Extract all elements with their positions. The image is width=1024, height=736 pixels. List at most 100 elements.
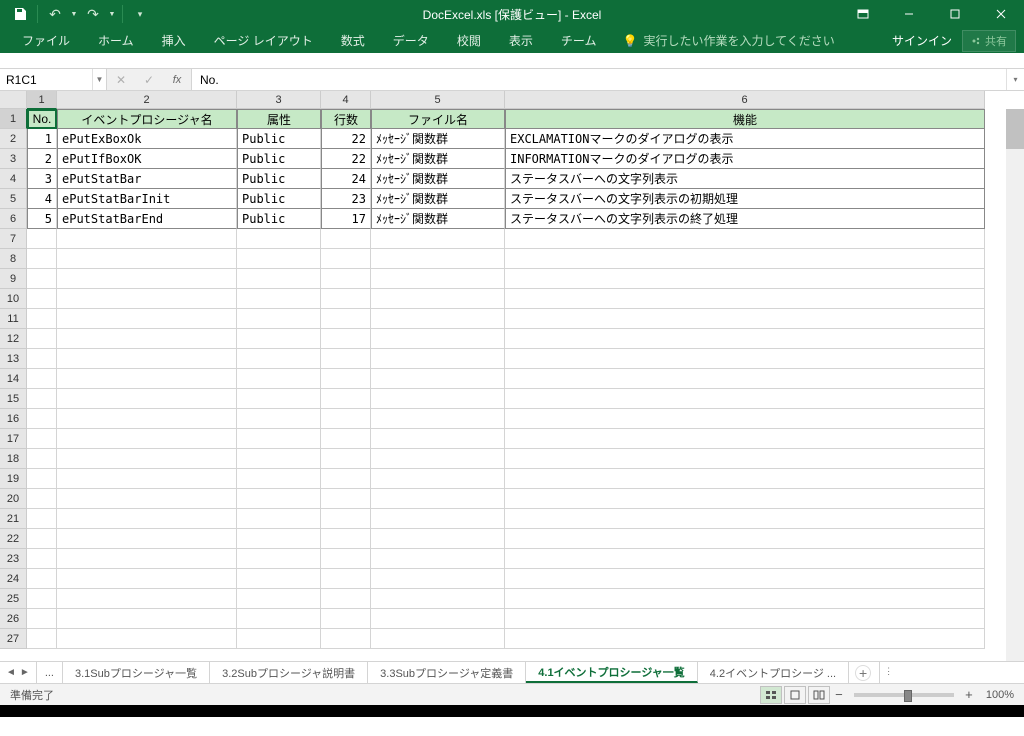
cell[interactable]: ePutStatBar <box>57 169 237 189</box>
cell[interactable]: Public <box>237 209 321 229</box>
cell[interactable] <box>371 489 505 509</box>
page-break-view-button[interactable] <box>808 686 830 704</box>
cell[interactable] <box>371 289 505 309</box>
cell[interactable] <box>27 449 57 469</box>
cell[interactable] <box>371 589 505 609</box>
sheet-tab[interactable]: 4.1イベントプロシージャ一覧 <box>526 662 698 683</box>
cell[interactable] <box>237 609 321 629</box>
cell[interactable] <box>57 529 237 549</box>
sheet-tab[interactable]: 4.2イベントプロシージ ... <box>698 662 849 683</box>
cell[interactable] <box>57 309 237 329</box>
cell[interactable] <box>27 529 57 549</box>
row-header[interactable]: 6 <box>0 209 27 229</box>
cell[interactable] <box>237 249 321 269</box>
cell[interactable]: 22 <box>321 129 371 149</box>
column-header[interactable]: 1 <box>27 91 57 109</box>
cell[interactable] <box>237 449 321 469</box>
cell[interactable] <box>27 249 57 269</box>
cell[interactable] <box>27 269 57 289</box>
cell[interactable] <box>371 529 505 549</box>
cell[interactable]: ePutStatBarEnd <box>57 209 237 229</box>
cell[interactable] <box>321 589 371 609</box>
cell[interactable] <box>371 609 505 629</box>
cell[interactable] <box>371 369 505 389</box>
cell[interactable] <box>371 409 505 429</box>
cell[interactable] <box>27 469 57 489</box>
sheet-nav-next-icon[interactable]: ► <box>20 667 30 678</box>
cell[interactable] <box>237 369 321 389</box>
cell[interactable] <box>57 609 237 629</box>
row-header[interactable]: 21 <box>0 509 27 529</box>
cell[interactable] <box>27 509 57 529</box>
zoom-slider[interactable] <box>854 693 954 697</box>
ribbon-tab[interactable]: チーム <box>547 28 611 53</box>
cell[interactable] <box>505 449 985 469</box>
cell[interactable] <box>505 509 985 529</box>
row-header[interactable]: 16 <box>0 409 27 429</box>
row-header[interactable]: 14 <box>0 369 27 389</box>
cell[interactable] <box>237 349 321 369</box>
cell[interactable]: INFORMATIONマークのダイアログの表示 <box>505 149 985 169</box>
cell[interactable] <box>321 289 371 309</box>
cell[interactable]: 1 <box>27 129 57 149</box>
cell[interactable] <box>371 569 505 589</box>
cell[interactable] <box>371 429 505 449</box>
cell[interactable] <box>505 309 985 329</box>
cell[interactable] <box>321 269 371 289</box>
cell[interactable] <box>57 289 237 309</box>
cell[interactable] <box>57 389 237 409</box>
column-header[interactable]: 3 <box>237 91 321 109</box>
cell[interactable] <box>27 629 57 649</box>
cancel-formula-icon[interactable]: ✕ <box>107 69 135 90</box>
cell[interactable] <box>505 369 985 389</box>
cell[interactable]: Public <box>237 189 321 209</box>
cell[interactable] <box>371 329 505 349</box>
ribbon-tab[interactable]: ページ レイアウト <box>200 28 327 53</box>
cell[interactable] <box>505 269 985 289</box>
ribbon-tab[interactable]: データ <box>379 28 443 53</box>
cell[interactable] <box>237 289 321 309</box>
cell[interactable] <box>505 389 985 409</box>
cell[interactable]: Public <box>237 129 321 149</box>
cell[interactable] <box>321 389 371 409</box>
sheet-tab[interactable]: 3.2Subプロシージャ説明書 <box>210 662 368 683</box>
scroll-thumb[interactable] <box>1006 109 1024 149</box>
sheet-nav-prev-icon[interactable]: ◄ <box>6 667 16 678</box>
fx-icon[interactable]: fx <box>163 69 191 90</box>
cell[interactable]: ﾒｯｾｰｼﾞ関数群 <box>371 189 505 209</box>
cell[interactable] <box>505 429 985 449</box>
row-header[interactable]: 4 <box>0 169 27 189</box>
horizontal-scrollbar[interactable]: ⋮ <box>879 662 1024 683</box>
zoom-in-button[interactable]: + <box>962 687 976 702</box>
cell[interactable] <box>57 249 237 269</box>
cell[interactable] <box>27 549 57 569</box>
cell[interactable] <box>27 309 57 329</box>
cell[interactable] <box>321 309 371 329</box>
cell[interactable] <box>57 409 237 429</box>
cell[interactable] <box>237 429 321 449</box>
cell[interactable] <box>57 629 237 649</box>
cell[interactable] <box>321 569 371 589</box>
row-header[interactable]: 24 <box>0 569 27 589</box>
column-header[interactable]: 2 <box>57 91 237 109</box>
row-header[interactable]: 1 <box>0 109 27 129</box>
name-box[interactable] <box>0 73 92 87</box>
cell[interactable]: 17 <box>321 209 371 229</box>
undo-dropdown-icon[interactable]: ▼ <box>69 2 79 26</box>
table-header-cell[interactable]: 行数 <box>321 109 371 129</box>
cell[interactable] <box>505 629 985 649</box>
cell[interactable] <box>321 249 371 269</box>
cell[interactable] <box>371 509 505 529</box>
formula-input[interactable] <box>192 69 1006 90</box>
cell[interactable] <box>27 289 57 309</box>
column-header[interactable]: 6 <box>505 91 985 109</box>
cell[interactable] <box>237 229 321 249</box>
row-header[interactable]: 23 <box>0 549 27 569</box>
cell[interactable]: 23 <box>321 189 371 209</box>
cell[interactable] <box>321 549 371 569</box>
cell[interactable] <box>57 489 237 509</box>
row-header[interactable]: 18 <box>0 449 27 469</box>
cell[interactable] <box>237 589 321 609</box>
cell[interactable] <box>321 429 371 449</box>
cell[interactable] <box>27 489 57 509</box>
